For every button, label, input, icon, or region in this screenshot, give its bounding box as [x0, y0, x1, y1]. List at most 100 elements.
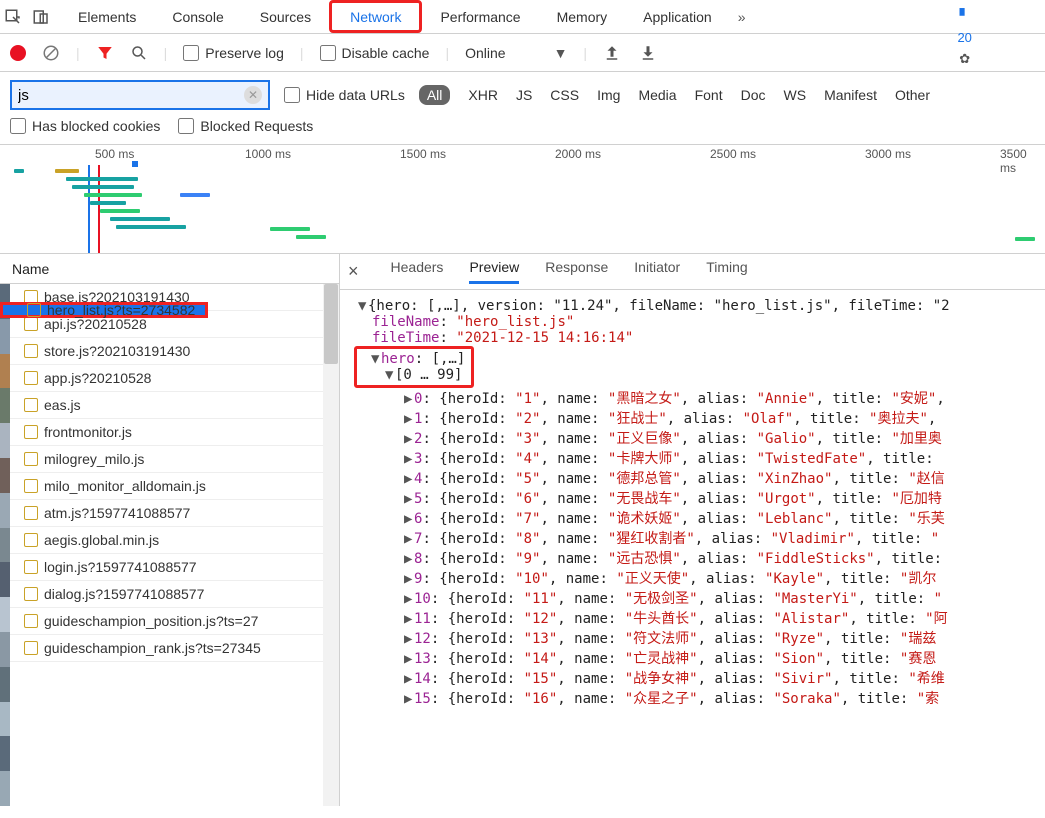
request-row[interactable]: guideschampion_position.js?ts=27 [0, 608, 339, 635]
close-detail-icon[interactable]: × [348, 261, 365, 282]
file-icon [24, 479, 38, 493]
request-row[interactable]: milogrey_milo.js [0, 446, 339, 473]
json-array-item[interactable]: ▶9: {heroId: "10", name: "正义天使", alias: … [344, 568, 1041, 588]
request-name: store.js?202103191430 [44, 343, 190, 359]
name-column-header[interactable]: Name [0, 254, 339, 284]
json-array-item[interactable]: ▶12: {heroId: "13", name: "符文法师", alias:… [344, 628, 1041, 648]
json-array-item[interactable]: ▶10: {heroId: "11", name: "无极剑圣", alias:… [344, 588, 1041, 608]
json-array-item[interactable]: ▶15: {heroId: "16", name: "众星之子", alias:… [344, 688, 1041, 708]
more-tabs-icon[interactable]: » [730, 9, 754, 25]
file-icon [24, 317, 38, 331]
request-name: milogrey_milo.js [44, 451, 144, 467]
request-name: hero_list.js?ts=2734582 [47, 302, 195, 318]
filter-type-manifest[interactable]: Manifest [824, 87, 877, 103]
filter-type-media[interactable]: Media [638, 87, 676, 103]
request-row[interactable]: login.js?1597741088577 [0, 554, 339, 581]
network-toolbar: | | Preserve log | Disable cache | Onlin… [0, 34, 1045, 72]
request-row[interactable]: atm.js?1597741088577 [0, 500, 339, 527]
request-name: api.js?20210528 [44, 316, 147, 332]
detail-tab-headers[interactable]: Headers [391, 259, 444, 284]
file-icon [24, 614, 38, 628]
hide-data-urls-checkbox[interactable]: Hide data URLs [284, 87, 405, 103]
json-array-item[interactable]: ▶0: {heroId: "1", name: "黑暗之女", alias: "… [344, 388, 1041, 408]
filter-type-ws[interactable]: WS [784, 87, 807, 103]
waterfall-overview[interactable]: 500 ms1000 ms1500 ms2000 ms2500 ms3000 m… [0, 144, 1045, 254]
file-icon [24, 452, 38, 466]
request-row[interactable]: app.js?20210528 [0, 365, 339, 392]
detail-tab-timing[interactable]: Timing [706, 259, 748, 284]
detail-tabs: × Headers Preview Response Initiator Timing [340, 254, 1045, 290]
inspect-icon[interactable] [4, 8, 22, 26]
info-count: 20 [957, 30, 971, 45]
timeline-tick: 500 ms [95, 147, 134, 161]
filter-all[interactable]: All [419, 85, 451, 105]
json-array-item[interactable]: ▶6: {heroId: "7", name: "诡术妖姬", alias: "… [344, 508, 1041, 528]
clear-icon[interactable] [42, 44, 60, 62]
device-toggle-icon[interactable] [32, 8, 50, 26]
scrollbar[interactable] [323, 284, 339, 806]
filter-type-doc[interactable]: Doc [741, 87, 766, 103]
detail-tab-preview[interactable]: Preview [469, 259, 519, 284]
json-array-item[interactable]: ▶13: {heroId: "14", name: "亡灵战神", alias:… [344, 648, 1041, 668]
filter-icon[interactable] [96, 44, 114, 62]
request-row[interactable]: frontmonitor.js [0, 419, 339, 446]
filter-type-font[interactable]: Font [695, 87, 723, 103]
filter-type-js[interactable]: JS [516, 87, 532, 103]
blocked-requests-checkbox[interactable]: Blocked Requests [178, 118, 313, 134]
request-row[interactable]: milo_monitor_alldomain.js [0, 473, 339, 500]
request-name: login.js?1597741088577 [44, 559, 197, 575]
request-name: atm.js?1597741088577 [44, 505, 190, 521]
tab-sources[interactable]: Sources [242, 0, 329, 33]
filter-type-img[interactable]: Img [597, 87, 620, 103]
filter-bar-2: Has blocked cookies Blocked Requests [0, 118, 1045, 144]
request-row[interactable]: eas.js [0, 392, 339, 419]
devtools-tabs: ElementsConsoleSourcesNetworkPerformance… [0, 0, 1045, 34]
search-icon[interactable] [130, 44, 148, 62]
json-array-item[interactable]: ▶3: {heroId: "4", name: "卡牌大师", alias: "… [344, 448, 1041, 468]
filter-type-css[interactable]: CSS [550, 87, 579, 103]
preserve-log-checkbox[interactable]: Preserve log [183, 45, 284, 61]
tab-network[interactable]: Network [329, 0, 422, 33]
request-name: guideschampion_rank.js?ts=27345 [44, 640, 261, 656]
request-row[interactable]: guideschampion_rank.js?ts=27345 [0, 635, 339, 662]
record-button[interactable] [10, 45, 26, 61]
request-name: guideschampion_position.js?ts=27 [44, 613, 258, 629]
throttling-select[interactable]: Online▼ [465, 45, 567, 61]
download-icon[interactable] [639, 44, 657, 62]
disable-cache-checkbox[interactable]: Disable cache [320, 45, 430, 61]
json-array-item[interactable]: ▶11: {heroId: "12", name: "牛头酋长", alias:… [344, 608, 1041, 628]
scrollbar-thumb[interactable] [324, 284, 338, 364]
request-name: dialog.js?1597741088577 [44, 586, 204, 602]
json-array-item[interactable]: ▶4: {heroId: "5", name: "德邦总管", alias: "… [344, 468, 1041, 488]
request-name: app.js?20210528 [44, 370, 151, 386]
json-array-item[interactable]: ▶5: {heroId: "6", name: "无畏战车", alias: "… [344, 488, 1041, 508]
detail-tab-response[interactable]: Response [545, 259, 608, 284]
request-row[interactable]: store.js?202103191430 [0, 338, 339, 365]
file-icon [27, 303, 41, 317]
tab-performance[interactable]: Performance [422, 0, 538, 33]
upload-icon[interactable] [603, 44, 621, 62]
json-array-item[interactable]: ▶7: {heroId: "8", name: "猩红收割者", alias: … [344, 528, 1041, 548]
json-array-item[interactable]: ▶8: {heroId: "9", name: "远古恐惧", alias: "… [344, 548, 1041, 568]
filter-type-other[interactable]: Other [895, 87, 930, 103]
request-row[interactable]: aegis.global.min.js [0, 527, 339, 554]
filter-type-xhr[interactable]: XHR [468, 87, 498, 103]
tab-application[interactable]: Application [625, 0, 730, 33]
request-row[interactable]: dialog.js?1597741088577 [0, 581, 339, 608]
json-array-item[interactable]: ▶14: {heroId: "15", name: "战争女神", alias:… [344, 668, 1041, 688]
tab-memory[interactable]: Memory [539, 0, 626, 33]
timeline-tick: 2500 ms [710, 147, 756, 161]
hero-expansion-highlight: ▼hero: [,…] ▼[0 … 99] [354, 346, 474, 388]
request-row[interactable]: hero_list.js?ts=2734582 [0, 302, 208, 318]
response-preview[interactable]: ▼{hero: [,…], version: "11.24", fileName… [340, 290, 1045, 806]
clear-filter-icon[interactable]: ✕ [244, 86, 262, 104]
filter-text-input[interactable] [18, 87, 218, 104]
tab-elements[interactable]: Elements [60, 0, 154, 33]
detail-tab-initiator[interactable]: Initiator [634, 259, 680, 284]
json-array-item[interactable]: ▶1: {heroId: "2", name: "狂战士", alias: "O… [344, 408, 1041, 428]
has-blocked-cookies-checkbox[interactable]: Has blocked cookies [10, 118, 160, 134]
json-array-item[interactable]: ▶2: {heroId: "3", name: "正义巨像", alias: "… [344, 428, 1041, 448]
settings-icon[interactable]: ✿ [959, 51, 970, 67]
tab-console[interactable]: Console [154, 0, 241, 33]
info-icon[interactable]: ▘ [960, 8, 970, 24]
